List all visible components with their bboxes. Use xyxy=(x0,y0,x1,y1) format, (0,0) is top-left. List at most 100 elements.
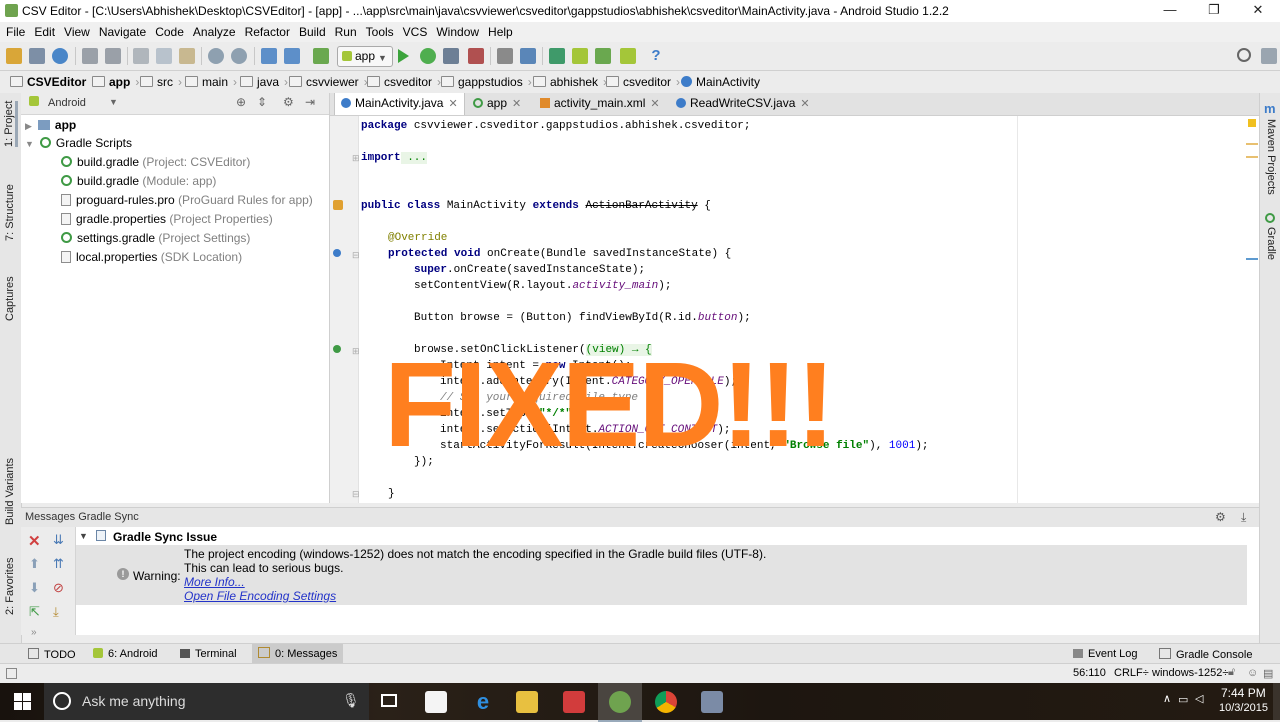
close-tab-icon[interactable]: ✕ xyxy=(512,98,521,110)
debug-icon[interactable] xyxy=(420,48,436,64)
breadcrumb-item[interactable]: main › xyxy=(185,75,237,89)
tool-windows-icon[interactable] xyxy=(6,668,17,679)
breadcrumb-item[interactable]: gappstudios › xyxy=(441,75,532,89)
open-folder-icon[interactable] xyxy=(6,48,22,64)
close-button[interactable]: ✕ xyxy=(1238,2,1278,20)
scroll-from-source-icon[interactable]: ⊕ xyxy=(236,95,246,109)
network-icon[interactable]: ▭ xyxy=(1178,693,1188,706)
restore-button[interactable]: ❐ xyxy=(1194,2,1234,20)
sync-icon[interactable] xyxy=(52,48,68,64)
android-studio-taskbar-button[interactable] xyxy=(598,683,642,722)
export-icon[interactable]: ⇱ xyxy=(29,604,40,620)
event-log-tool-button[interactable]: Event Log xyxy=(1073,648,1138,660)
tab-app[interactable]: app ✕ xyxy=(467,93,527,115)
chevron-down-icon[interactable]: ▼ xyxy=(79,531,88,541)
warning-message[interactable]: ! Warning: The project encoding (windows… xyxy=(76,545,1247,605)
maven-projects-tool-button[interactable]: Maven Projects xyxy=(1265,119,1277,195)
help-icon[interactable]: ? xyxy=(648,48,664,64)
editor-gutter[interactable] xyxy=(330,116,359,503)
file-encoding[interactable]: windows-1252÷ xyxy=(1152,667,1228,679)
project-tool-button[interactable]: 1: Project xyxy=(3,100,18,147)
sdk-manager-icon[interactable] xyxy=(520,48,536,64)
tree-item-settings-gradle[interactable]: settings.gradle (Project Settings) xyxy=(61,231,250,245)
clock-time[interactable]: 7:44 PM xyxy=(1221,686,1266,700)
android-tool-button[interactable]: 6: Android xyxy=(93,648,158,660)
close-tab-icon[interactable]: ✕ xyxy=(650,98,659,110)
next-message-icon[interactable]: ⬇ xyxy=(29,580,40,596)
cortana-search-box[interactable]: Ask me anything 🎙︎ xyxy=(44,683,369,720)
menu-tools[interactable]: Tools xyxy=(366,25,394,39)
breadcrumb-item[interactable]: csveditor › xyxy=(606,75,680,89)
menu-code[interactable]: Code xyxy=(155,25,184,39)
menu-edit[interactable]: Edit xyxy=(34,25,55,39)
inspector-icon[interactable]: ☺ xyxy=(1247,667,1258,679)
menu-help[interactable]: Help xyxy=(488,25,513,39)
more-info-link[interactable]: More Info... xyxy=(184,575,245,589)
run-icon[interactable] xyxy=(398,49,409,63)
hide-panel-icon[interactable]: ⤓ xyxy=(1241,510,1246,525)
minimize-button[interactable]: — xyxy=(1150,2,1190,20)
paste-icon[interactable] xyxy=(179,48,195,64)
menu-refactor[interactable]: Refactor xyxy=(245,25,290,39)
make-project-icon[interactable] xyxy=(313,48,329,64)
breadcrumb-item[interactable]: src › xyxy=(140,75,182,89)
build-variants-tool-button[interactable]: Build Variants xyxy=(4,458,16,525)
redo-icon[interactable] xyxy=(105,48,121,64)
notifications-icon[interactable]: ▤ xyxy=(1263,667,1273,680)
menu-window[interactable]: Window xyxy=(436,25,479,39)
warning-stripe-icon[interactable] xyxy=(1248,119,1256,127)
close-tab-icon[interactable]: ✕ xyxy=(800,98,809,110)
captures-tool-button[interactable]: Captures xyxy=(4,276,16,321)
chevron-down-icon[interactable]: ▼ xyxy=(109,97,118,107)
project-structure-icon[interactable] xyxy=(497,48,513,64)
menu-build[interactable]: Build xyxy=(299,25,326,39)
attach-debugger-icon[interactable] xyxy=(443,48,459,64)
breadcrumb-item[interactable]: csvviewer › xyxy=(289,75,368,89)
android-device-monitor-icon[interactable] xyxy=(620,48,636,64)
gear-icon[interactable]: ⚙ xyxy=(1215,510,1226,524)
store-icon[interactable] xyxy=(425,691,447,713)
breadcrumb-item[interactable]: java › xyxy=(240,75,288,89)
tree-item-build-gradle-module[interactable]: build.gradle (Module: app) xyxy=(61,174,216,188)
breadcrumb-item[interactable]: app › xyxy=(92,75,139,89)
undo-icon[interactable] xyxy=(82,48,98,64)
avd-manager-icon[interactable] xyxy=(572,48,588,64)
tab-mainactivity-java[interactable]: MainActivity.java ✕ xyxy=(334,93,465,115)
menu-navigate[interactable]: Navigate xyxy=(99,25,146,39)
sdk-icon[interactable] xyxy=(595,48,611,64)
cut-icon[interactable] xyxy=(133,48,149,64)
more-icon[interactable]: » xyxy=(31,627,37,638)
tree-item-gradle-properties[interactable]: gradle.properties (Project Properties) xyxy=(61,212,273,226)
menu-file[interactable]: File xyxy=(6,25,25,39)
collapse-all-icon[interactable]: ⇈ xyxy=(53,556,64,572)
line-separator[interactable]: CRLF÷ xyxy=(1114,667,1149,679)
find-icon[interactable] xyxy=(208,48,224,64)
menu-view[interactable]: View xyxy=(64,25,90,39)
close-tab-icon[interactable]: ✕ xyxy=(448,98,457,110)
forward-icon[interactable] xyxy=(284,48,300,64)
copy-icon[interactable] xyxy=(156,48,172,64)
previous-message-icon[interactable]: ⬆ xyxy=(29,556,40,572)
volume-icon[interactable]: ◁ xyxy=(1195,692,1203,705)
sync-gradle-icon[interactable] xyxy=(549,48,565,64)
override-marker-icon[interactable] xyxy=(333,249,341,257)
save-icon[interactable] xyxy=(29,48,45,64)
tree-item-app[interactable]: ▶ app xyxy=(25,118,76,132)
class-marker-icon[interactable] xyxy=(333,200,343,210)
run-config-selector[interactable]: app ▼ xyxy=(337,46,393,67)
download-icon[interactable]: ⤓ xyxy=(53,604,59,620)
issue-title[interactable]: Gradle Sync Issue xyxy=(113,530,217,544)
close-icon[interactable]: ✕ xyxy=(28,532,41,550)
tab-readwritecsv-java[interactable]: ReadWriteCSV.java ✕ xyxy=(670,93,816,115)
messages-tool-button[interactable]: 0: Messages xyxy=(252,644,344,664)
favorites-tool-button[interactable]: 2: Favorites xyxy=(4,558,16,615)
stop-icon[interactable] xyxy=(468,48,484,64)
chrome-icon[interactable] xyxy=(655,691,677,713)
floppy-app-icon[interactable] xyxy=(701,691,723,713)
tree-item-build-gradle-project[interactable]: build.gradle (Project: CSVEditor) xyxy=(61,155,250,169)
task-view-icon[interactable] xyxy=(381,694,397,707)
structure-tool-button[interactable]: 7: Structure xyxy=(4,184,16,241)
terminal-tool-button[interactable]: Terminal xyxy=(180,648,237,660)
clock-date[interactable]: 10/3/2015 xyxy=(1219,702,1268,714)
tree-item-proguard-rules[interactable]: proguard-rules.pro (ProGuard Rules for a… xyxy=(61,193,313,207)
